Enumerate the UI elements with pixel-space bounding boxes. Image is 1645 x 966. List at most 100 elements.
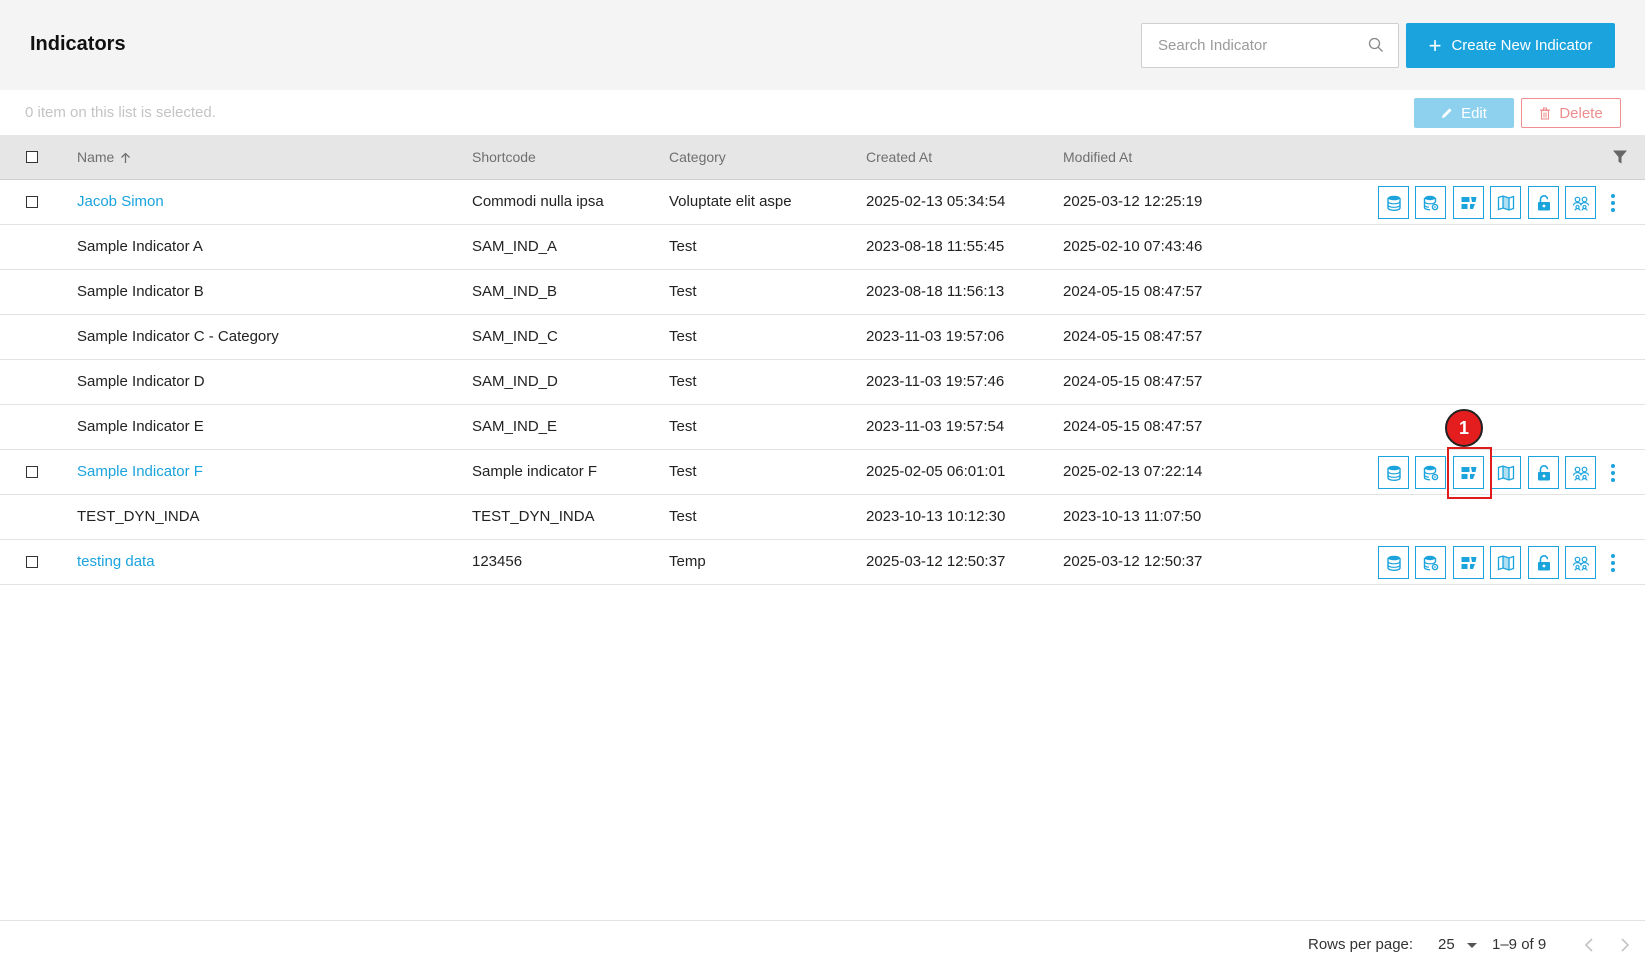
name-cell: Sample Indicator D bbox=[77, 373, 205, 390]
created-at-cell: 2023-11-03 19:57:54 bbox=[866, 418, 1005, 435]
row-checkbox[interactable] bbox=[26, 466, 38, 478]
category-cell: Temp bbox=[669, 553, 706, 570]
database-button[interactable] bbox=[1378, 546, 1409, 579]
search-icon[interactable] bbox=[1368, 37, 1384, 53]
unlock-button[interactable] bbox=[1528, 456, 1559, 489]
database-button[interactable] bbox=[1378, 456, 1409, 489]
more-vertical-icon[interactable] bbox=[1610, 553, 1616, 573]
modified-at-cell: 2025-02-13 07:22:14 bbox=[1063, 463, 1203, 480]
database-settings-button[interactable] bbox=[1415, 546, 1446, 579]
shortcode-cell: SAM_IND_C bbox=[472, 328, 558, 345]
database-settings-icon bbox=[1423, 195, 1438, 210]
created-at-cell: 2025-02-13 05:34:54 bbox=[866, 193, 1006, 210]
search-box[interactable] bbox=[1141, 23, 1399, 68]
database-settings-button[interactable] bbox=[1415, 186, 1446, 219]
user-group-button[interactable] bbox=[1565, 456, 1596, 489]
modified-at-cell: 2025-02-10 07:43:46 bbox=[1063, 238, 1203, 255]
pagination-range: 1–9 of 9 bbox=[1492, 936, 1547, 953]
modified-at-cell: 2024-05-15 08:47:57 bbox=[1063, 328, 1203, 345]
database-button[interactable] bbox=[1378, 186, 1409, 219]
database-icon bbox=[1386, 555, 1401, 571]
rows-per-page-select[interactable]: 25 bbox=[1438, 936, 1455, 953]
caret-down-icon[interactable] bbox=[1467, 943, 1477, 948]
edit-button[interactable]: Edit bbox=[1414, 98, 1514, 128]
delete-label: Delete bbox=[1559, 104, 1603, 122]
table-row[interactable]: Sample Indicator D SAM_IND_D Test 2023-11-0… bbox=[0, 360, 1645, 405]
column-header-modified-at[interactable]: Modified At bbox=[1063, 149, 1132, 165]
delete-button[interactable]: Delete bbox=[1521, 98, 1621, 128]
row-checkbox[interactable] bbox=[26, 556, 38, 568]
created-at-cell: 2023-11-03 19:57:46 bbox=[866, 373, 1005, 390]
table-row[interactable]: Sample Indicator F Sample indicator F Test… bbox=[0, 450, 1645, 495]
data-entry-button[interactable] bbox=[1453, 186, 1484, 219]
name-cell[interactable]: Sample Indicator F bbox=[77, 463, 203, 480]
map-button[interactable] bbox=[1490, 456, 1521, 489]
unlock-icon bbox=[1537, 194, 1550, 210]
chevron-left-icon[interactable] bbox=[1583, 937, 1597, 953]
table-row[interactable]: Sample Indicator A SAM_IND_A Test 2023-08-1… bbox=[0, 225, 1645, 270]
user-group-button[interactable] bbox=[1565, 186, 1596, 219]
column-header-shortcode[interactable]: Shortcode bbox=[472, 149, 536, 165]
database-settings-icon bbox=[1423, 555, 1438, 570]
name-cell: TEST_DYN_INDA bbox=[77, 508, 200, 525]
name-cell[interactable]: testing data bbox=[77, 553, 155, 570]
modified-at-cell: 2024-05-15 08:47:57 bbox=[1063, 373, 1203, 390]
user-group-button[interactable] bbox=[1565, 546, 1596, 579]
column-header-name[interactable]: Name bbox=[77, 149, 131, 165]
user-group-icon bbox=[1572, 466, 1589, 481]
created-at-cell: 2023-08-18 11:56:13 bbox=[866, 283, 1005, 300]
select-all-checkbox[interactable] bbox=[26, 151, 38, 163]
edit-label: Edit bbox=[1461, 104, 1487, 122]
unlock-button[interactable] bbox=[1528, 186, 1559, 219]
table-row[interactable]: Jacob Simon Commodi nulla ipsa Voluptate e… bbox=[0, 180, 1645, 225]
shortcode-cell: 123456 bbox=[472, 553, 523, 570]
name-cell: Sample Indicator A bbox=[77, 238, 203, 255]
created-at-cell: 2023-11-03 19:57:06 bbox=[866, 328, 1005, 345]
database-settings-button[interactable] bbox=[1415, 456, 1446, 489]
database-icon bbox=[1386, 465, 1401, 481]
unlock-icon bbox=[1537, 554, 1550, 570]
more-vertical-icon[interactable] bbox=[1610, 193, 1616, 213]
name-cell: Sample Indicator C - Category bbox=[77, 328, 279, 345]
rows-per-page-label: Rows per page: bbox=[1308, 936, 1414, 953]
created-at-cell: 2023-08-18 11:55:45 bbox=[866, 238, 1005, 255]
name-cell[interactable]: Jacob Simon bbox=[77, 193, 164, 210]
map-button[interactable] bbox=[1490, 186, 1521, 219]
data-entry-icon bbox=[1461, 196, 1476, 209]
category-cell: Test bbox=[669, 328, 697, 345]
shortcode-cell: TEST_DYN_INDA bbox=[472, 508, 595, 525]
user-group-icon bbox=[1572, 196, 1589, 211]
table-row[interactable]: TEST_DYN_INDA TEST_DYN_INDA Test 2023-10-13… bbox=[0, 495, 1645, 540]
database-icon bbox=[1386, 195, 1401, 211]
modified-at-cell: 2025-03-12 12:25:19 bbox=[1063, 193, 1203, 210]
shortcode-cell: SAM_IND_D bbox=[472, 373, 558, 390]
table-row[interactable]: testing data 123456 Temp 2025-03-12 12:50:3… bbox=[0, 540, 1645, 585]
more-vertical-icon[interactable] bbox=[1610, 463, 1616, 483]
modified-at-cell: 2024-05-15 08:47:57 bbox=[1063, 418, 1203, 435]
table-row[interactable]: Sample Indicator B SAM_IND_B Test 2023-08-1… bbox=[0, 270, 1645, 315]
trash-icon bbox=[1540, 107, 1551, 120]
selection-bar: 0 item on this list is selected. bbox=[0, 90, 1645, 135]
created-at-cell: 2025-02-05 06:01:01 bbox=[866, 463, 1006, 480]
chevron-right-icon[interactable] bbox=[1617, 937, 1631, 953]
user-group-icon bbox=[1572, 556, 1589, 571]
row-checkbox[interactable] bbox=[26, 196, 38, 208]
name-cell: Sample Indicator E bbox=[77, 418, 204, 435]
filter-icon[interactable] bbox=[1612, 149, 1628, 165]
data-entry-button[interactable] bbox=[1453, 546, 1484, 579]
map-button[interactable] bbox=[1490, 546, 1521, 579]
create-indicator-button[interactable]: + Create New Indicator bbox=[1406, 23, 1615, 68]
column-header-category[interactable]: Category bbox=[669, 149, 726, 165]
column-header-created-at[interactable]: Created At bbox=[866, 149, 932, 165]
table-row[interactable]: Sample Indicator E SAM_IND_E Test 2023-11-0… bbox=[0, 405, 1645, 450]
unlock-button[interactable] bbox=[1528, 546, 1559, 579]
search-input[interactable] bbox=[1142, 24, 1362, 67]
map-icon bbox=[1497, 554, 1514, 571]
table-row[interactable]: Sample Indicator C - Category SAM_IND_C Te… bbox=[0, 315, 1645, 360]
shortcode-cell: SAM_IND_B bbox=[472, 283, 558, 300]
category-cell: Test bbox=[669, 508, 697, 525]
plus-icon: + bbox=[1428, 32, 1442, 58]
created-at-cell: 2023-10-13 10:12:30 bbox=[866, 508, 1006, 525]
page-title: Indicators bbox=[30, 33, 126, 55]
table-header: Name Shortcode Category Created At Modif… bbox=[0, 135, 1645, 180]
